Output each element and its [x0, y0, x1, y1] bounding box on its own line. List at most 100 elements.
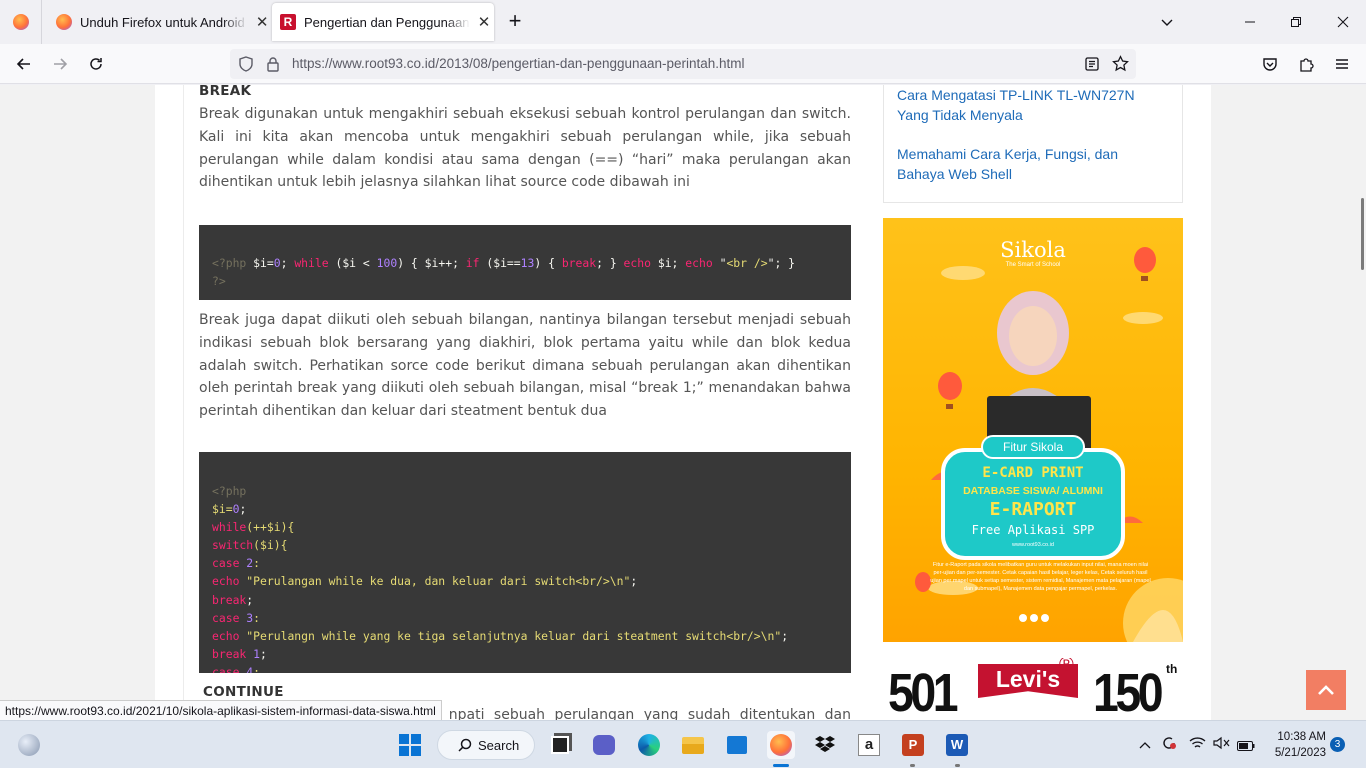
widgets-weather-icon[interactable] — [15, 731, 43, 759]
facebook-icon — [1030, 614, 1038, 622]
back-arrow-icon — [16, 58, 30, 70]
code-line: $i=0; — [212, 502, 247, 517]
windows-logo-icon — [399, 734, 421, 756]
extensions-button[interactable] — [1294, 52, 1318, 76]
word-icon[interactable]: W — [943, 731, 971, 759]
code-line: while(++$i){ — [212, 520, 295, 535]
taskbar-search[interactable]: Search — [437, 730, 535, 760]
hot-air-balloon-icon — [938, 372, 962, 409]
tab-strip: Unduh Firefox untuk Android d ✕ R Penger… — [0, 0, 1366, 44]
firefox-icon — [56, 14, 72, 30]
tab-title: Unduh Firefox untuk Android d — [80, 14, 249, 30]
levis-advertisement[interactable]: 501 Levi's ® 150 th — [883, 658, 1183, 720]
hamburger-menu-icon — [1336, 59, 1348, 69]
tab-pengertian[interactable]: R Pengertian dan Penggunaan Pe ✕ — [272, 3, 494, 41]
break-paragraph-2: Break juga dapat diikuti oleh sebuah bil… — [199, 312, 851, 420]
reload-button[interactable] — [84, 52, 108, 76]
reader-view-icon[interactable] — [1084, 56, 1100, 77]
code-line: echo "Perulangan while ke dua, dan kelua… — [212, 574, 638, 589]
powerpoint-icon[interactable]: P — [899, 731, 927, 759]
sikola-advertisement[interactable]: Sikola The Smart of School Fitur Sikola … — [883, 218, 1183, 642]
show-hidden-icons-chevron-icon[interactable] — [1139, 737, 1151, 755]
levis-150: 150 — [1093, 663, 1164, 720]
feature-pill: Fitur Sikola — [981, 435, 1085, 459]
search-icon — [458, 738, 472, 752]
social-icons — [1019, 614, 1049, 622]
twitter-icon — [1041, 614, 1049, 622]
new-tab-button[interactable]: + — [503, 8, 527, 36]
close-tab-icon[interactable]: ✕ — [254, 13, 270, 31]
list-all-tabs-chevron-icon[interactable] — [1144, 0, 1190, 44]
forward-arrow-icon — [54, 58, 68, 70]
firefox-icon — [12, 14, 29, 30]
code-line: ?> — [212, 274, 226, 289]
close-tab-icon[interactable]: ✕ — [476, 13, 492, 31]
windows-taskbar: Search a P W 10:38 AM 5/21/2023 3 — [0, 720, 1366, 768]
file-explorer-icon[interactable] — [679, 731, 707, 759]
related-post-link[interactable]: Cara Mengatasi TP-LINK TL-WN727N Yang Ti… — [897, 86, 1157, 126]
continue-heading: CONTINUE — [203, 684, 284, 700]
active-app-indicator — [773, 764, 789, 767]
dropbox-icon[interactable] — [811, 731, 839, 759]
bookmark-star-icon[interactable] — [1112, 55, 1129, 77]
chevron-up-icon — [1318, 685, 1334, 695]
forward-button[interactable] — [48, 52, 72, 76]
tracking-protection-shield-icon[interactable] — [238, 56, 254, 77]
open-app-indicator — [955, 764, 960, 767]
firefox-taskbar-icon[interactable] — [767, 731, 795, 759]
instagram-icon — [1019, 614, 1027, 622]
url-bar[interactable]: https://www.root93.co.id/2013/08/pengert… — [230, 49, 1136, 79]
scrollbar-thumb[interactable] — [1361, 198, 1364, 270]
ad-line-ecard: E-CARD PRINT — [982, 465, 1084, 481]
code-line: <?php — [212, 484, 247, 498]
back-button[interactable] — [12, 52, 36, 76]
break-heading: BREAK — [199, 85, 252, 99]
amazon-icon[interactable]: a — [855, 731, 883, 759]
edge-icon[interactable] — [635, 731, 663, 759]
registered-mark: ® — [1059, 658, 1074, 676]
firefox-view-button[interactable] — [0, 0, 42, 44]
minimize-button[interactable] — [1227, 0, 1273, 44]
content-divider — [183, 85, 184, 720]
woman-illustration — [987, 291, 1091, 454]
related-post-link[interactable]: Memahami Cara Kerja, Fungsi, dan Bahaya … — [897, 145, 1157, 185]
start-button[interactable] — [396, 731, 424, 759]
code-line: case 3: — [212, 610, 261, 625]
restore-button[interactable] — [1273, 0, 1319, 44]
wifi-icon[interactable] — [1189, 736, 1206, 755]
task-view-icon[interactable] — [546, 731, 574, 759]
volume-muted-icon[interactable] — [1213, 736, 1230, 755]
tab-firefox-download[interactable]: Unduh Firefox untuk Android d ✕ — [44, 0, 270, 44]
clock-date: 5/21/2023 — [1274, 747, 1326, 759]
code-line: break 1; — [212, 646, 267, 661]
code-line: case 2: — [212, 556, 261, 571]
url-text[interactable]: https://www.root93.co.id/2013/08/pengert… — [292, 56, 745, 71]
reload-icon — [90, 58, 102, 70]
page-scrollbar[interactable] — [1360, 85, 1366, 720]
close-window-button[interactable] — [1320, 0, 1366, 44]
battery-icon[interactable] — [1237, 738, 1255, 756]
lock-icon[interactable] — [266, 56, 280, 77]
page-viewport: BREAK Break digunakan untuk mengakhiri s… — [0, 85, 1366, 720]
levis-501: 501 — [888, 663, 959, 720]
code-line: <?php $i=0; while ($i < 100) { $i++; if … — [212, 256, 796, 270]
microsoft-store-icon[interactable] — [723, 731, 751, 759]
pocket-button[interactable] — [1258, 52, 1282, 76]
sikola-logo: Sikola — [1000, 238, 1066, 262]
code-block-2[interactable]: <?php $i=0; while(++$i){ switch($i){ cas… — [199, 452, 851, 673]
ad-site: www.root93.co.id — [1012, 542, 1054, 548]
pocket-icon — [1263, 58, 1277, 71]
code-line: case 4: — [212, 664, 261, 673]
notification-badge[interactable]: 3 — [1330, 737, 1345, 752]
clock[interactable]: 10:38 AM 5/21/2023 — [1262, 729, 1326, 761]
scroll-to-top-button[interactable] — [1306, 670, 1346, 710]
code-block-1[interactable]: <?php $i=0; while ($i < 100) { $i++; if … — [199, 225, 851, 300]
code-line: switch($i){ — [212, 538, 288, 553]
ad-line-eraport: E-RAPORT — [989, 499, 1077, 520]
link-status-bar: https://www.root93.co.id/2021/10/sikola-… — [0, 700, 442, 721]
menu-button[interactable] — [1330, 52, 1354, 76]
puzzle-icon — [1300, 58, 1314, 72]
teams-chat-icon[interactable] — [590, 731, 618, 759]
update-status-icon[interactable] — [1161, 735, 1177, 756]
levis-th: th — [1166, 662, 1178, 676]
